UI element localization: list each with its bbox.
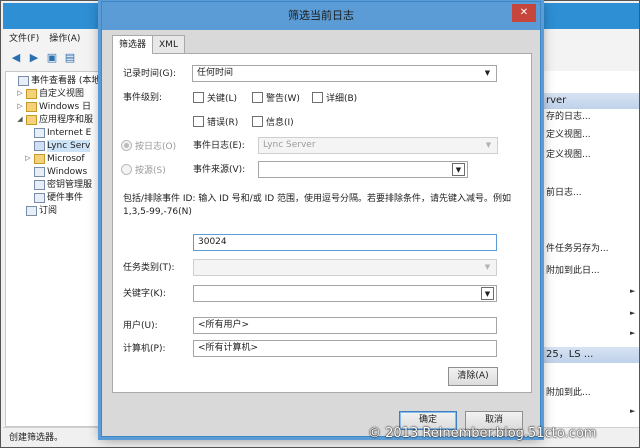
checkbox-icon[interactable] [252, 92, 263, 103]
action-item[interactable]: 前日志... [544, 187, 639, 200]
actions-pane: rver 存的日志... 定义视图... 定义视图... 前日志... 件任务另… [543, 71, 639, 427]
chevron-down-icon[interactable]: ▼ [481, 261, 494, 274]
task-category-dropdown[interactable]: ▼ [193, 259, 497, 276]
user-input[interactable]: <所有用户> [193, 317, 497, 334]
actions-header-event[interactable]: 25，LS ... [544, 347, 639, 363]
tree-item[interactable]: ▷ 自定义视图 [16, 87, 84, 100]
event-viewer-icon [18, 75, 29, 86]
submenu-arrow-icon[interactable]: ► [630, 287, 635, 295]
event-level-label: 事件级别: [123, 93, 163, 103]
checkbox-icon[interactable] [193, 116, 204, 127]
panel-icon[interactable]: ▤ [63, 50, 77, 64]
back-arrow-icon[interactable]: ◀ [9, 50, 23, 64]
folder-icon [26, 101, 37, 112]
event-id-instructions: 包括/排除事件 ID: 输入 ID 号和/或 ID 范围，使用逗号分隔。若要排除… [123, 194, 512, 217]
tree-item[interactable]: 事件查看器 (本地 [8, 74, 100, 87]
level-critical-checkbox[interactable]: 关键(L) [193, 91, 237, 104]
menu-bar: 文件(F) 操作(A) [9, 31, 80, 45]
tree-twisty-icon[interactable]: ◢ [16, 113, 24, 126]
action-item[interactable]: 定义视图... [544, 149, 639, 162]
event-logs-value: Lync Server [263, 140, 316, 150]
forward-arrow-icon[interactable]: ▶ [27, 50, 41, 64]
folder-icon [26, 88, 37, 99]
event-id-input[interactable]: 30024 [193, 234, 497, 251]
event-sources-label: 事件来源(V): [193, 165, 246, 175]
chevron-down-icon[interactable]: ▼ [452, 163, 465, 176]
log-icon [34, 140, 45, 151]
filter-panel: 记录时间(G): 任何时间 ▼ 事件级别: 关键(L) 警告(W) 详细(B) … [112, 53, 532, 393]
toolbar: ◀ ▶ ▣ ▤ [9, 47, 77, 67]
radio-icon[interactable] [121, 164, 132, 175]
level-warning-checkbox[interactable]: 警告(W) [252, 91, 300, 104]
submenu-arrow-icon[interactable]: ► [630, 407, 635, 415]
watermark: © 2013 Reinember.blog.51cto.com [368, 426, 597, 441]
submenu-arrow-icon[interactable]: ► [630, 309, 635, 317]
tab-filter[interactable]: 筛选器 [112, 35, 154, 54]
level-error-checkbox[interactable]: 错误(R) [193, 115, 238, 128]
tree-item[interactable]: 密钥管理服 [24, 178, 92, 191]
tree-item[interactable]: Internet E [24, 126, 91, 139]
app-root: 文件(F) 操作(A) ◀ ▶ ▣ ▤ 事件查看器 (本地 ▷ 自定义视图 ▷ Wi… [0, 0, 640, 448]
folder-icon [34, 153, 45, 164]
action-item[interactable]: 定义视图... [544, 129, 639, 142]
tree-twisty-icon[interactable]: ▷ [16, 87, 24, 100]
level-information-checkbox[interactable]: 信息(I) [252, 115, 294, 128]
checkbox-icon[interactable] [252, 116, 263, 127]
tree-item[interactable]: ◢ 应用程序和服 [16, 113, 93, 126]
close-icon[interactable]: ✕ [512, 4, 536, 22]
action-item[interactable]: 附加到此... [544, 387, 639, 400]
menu-file[interactable]: 文件(F) [9, 31, 39, 45]
level-verbose-checkbox[interactable]: 详细(B) [312, 91, 357, 104]
event-logs-dropdown[interactable]: Lync Server ▼ [258, 137, 498, 154]
event-sources-dropdown[interactable]: ▼ [258, 161, 468, 178]
chevron-down-icon[interactable]: ▼ [481, 67, 494, 80]
logged-label: 记录时间(G): [123, 69, 177, 79]
log-icon [34, 179, 45, 190]
tree-twisty-icon[interactable]: ▷ [24, 152, 32, 165]
chevron-down-icon[interactable]: ▼ [482, 139, 495, 152]
checkbox-icon[interactable] [193, 92, 204, 103]
folder-icon[interactable]: ▣ [45, 50, 59, 64]
tree-item[interactable]: ▷ Microsof [24, 152, 85, 165]
by-log-radio[interactable]: 按日志(O) [121, 139, 176, 152]
submenu-arrow-icon[interactable]: ► [630, 329, 635, 337]
folder-icon [26, 114, 37, 125]
task-category-label: 任务类别(T): [123, 263, 175, 273]
actions-header-log[interactable]: rver [544, 93, 639, 109]
chevron-down-icon[interactable]: ▼ [481, 287, 494, 300]
action-item[interactable]: 存的日志... [544, 111, 639, 124]
tree-item-selected[interactable]: Lync Serv [24, 139, 91, 152]
tree-item[interactable]: Windows [24, 165, 87, 178]
log-icon [34, 166, 45, 177]
event-logs-label: 事件日志(E): [193, 141, 245, 151]
user-label: 用户(U): [123, 321, 158, 331]
tree-item[interactable]: ▷ Windows 日 [16, 100, 91, 113]
keywords-label: 关键字(K): [123, 289, 166, 299]
dialog-title: 筛选当前日志 [102, 2, 540, 30]
dialog-tabs: 筛选器 XML [112, 35, 185, 54]
logged-dropdown[interactable]: 任何时间 ▼ [192, 65, 497, 82]
computer-input[interactable]: <所有计算机> [193, 340, 497, 357]
navigation-tree: 事件查看器 (本地 ▷ 自定义视图 ▷ Windows 日 ◢ 应用程序和服 Inte… [5, 71, 103, 427]
tree-twisty-icon[interactable]: ▷ [16, 100, 24, 113]
subscription-icon [26, 205, 37, 216]
radio-icon[interactable] [121, 140, 132, 151]
action-item[interactable]: 附加到此日... [544, 265, 639, 278]
keywords-dropdown[interactable]: ▼ [193, 285, 497, 302]
by-source-radio[interactable]: 按源(S) [121, 163, 166, 176]
log-icon [34, 127, 45, 138]
tab-xml[interactable]: XML [152, 35, 185, 53]
menu-action[interactable]: 操作(A) [49, 31, 80, 45]
tree-item[interactable]: 订阅 [16, 204, 57, 217]
action-item[interactable]: 件任务另存为... [544, 243, 639, 256]
tree-item[interactable]: 硬件事件 [24, 191, 83, 204]
log-icon [34, 192, 45, 203]
checkbox-icon[interactable] [312, 92, 323, 103]
computer-label: 计算机(P): [123, 344, 166, 354]
clear-button[interactable]: 清除(A) [448, 367, 498, 386]
logged-value: 任何时间 [197, 68, 234, 78]
filter-current-log-dialog: 筛选当前日志 ✕ 筛选器 XML 记录时间(G): 任何时间 ▼ 事件级别: 关… [101, 1, 541, 437]
